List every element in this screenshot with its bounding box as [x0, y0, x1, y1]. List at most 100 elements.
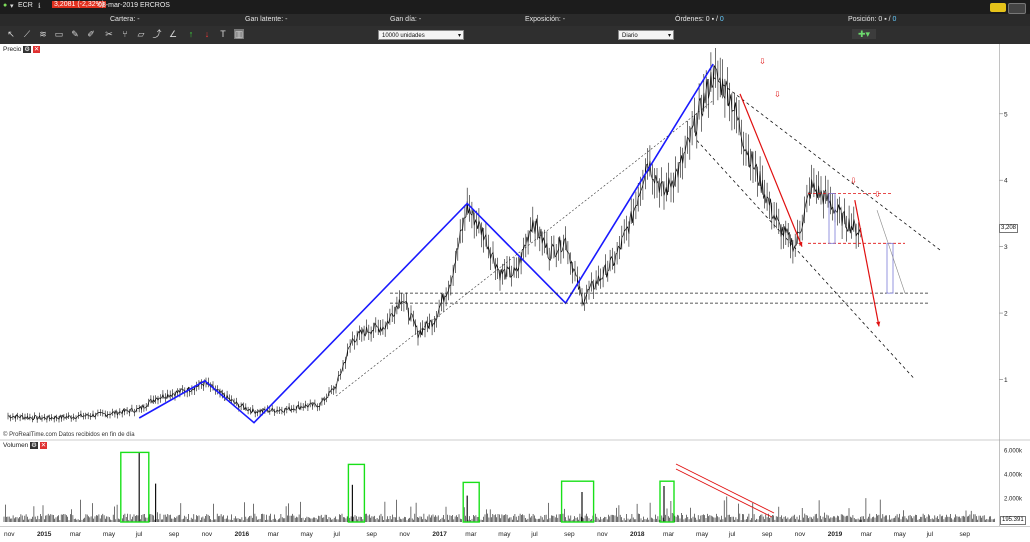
- current-volume-label: 195.391: [1000, 516, 1026, 525]
- angle-icon[interactable]: ∠: [168, 29, 178, 39]
- time-tick-label: mar: [663, 531, 675, 538]
- time-tick-label: 2017: [432, 531, 447, 538]
- time-tick-label: mar: [465, 531, 477, 538]
- brush-icon[interactable]: ✎: [70, 29, 80, 39]
- cursor-icon[interactable]: ↖: [6, 29, 16, 39]
- text-tool-icon[interactable]: T: [218, 29, 228, 39]
- volume-highlight-box: [120, 451, 150, 523]
- rectangle-tool-icon[interactable]: ▭: [54, 29, 64, 39]
- price-line: [7, 65, 862, 421]
- projection-box: [886, 242, 894, 294]
- close-icon[interactable]: ✕: [39, 442, 48, 449]
- sell-marker-icon: ⇩: [874, 190, 881, 199]
- time-tick-label: mar: [861, 531, 873, 538]
- time-ticks: nov 2015 mar may jul sep nov 2016 mar may jul sep no…: [4, 531, 970, 538]
- volume-tick-label: 4.000k: [1004, 473, 1023, 479]
- time-tick-label: may: [498, 531, 511, 538]
- time-tick-label: 2016: [235, 531, 250, 538]
- projection-line: [876, 210, 906, 294]
- red-arrow-2: [854, 200, 880, 327]
- field-value: 0: [878, 16, 883, 23]
- time-tick-label: jul: [135, 531, 143, 538]
- price-axis: 1 2 3 4 5: [999, 111, 1008, 384]
- window-yellow-icon[interactable]: [990, 3, 1006, 12]
- polygon-icon[interactable]: ▱: [136, 29, 146, 39]
- red-arrow-1: [739, 93, 803, 247]
- time-tick-label: mar: [70, 531, 82, 538]
- field-value: -: [418, 16, 422, 23]
- timeframe-select[interactable]: Diario ▾: [618, 30, 674, 40]
- tools-icon[interactable]: ✂: [104, 29, 114, 39]
- field-value: 0: [705, 16, 710, 23]
- quantity-value: 10000 unidades: [382, 33, 425, 39]
- volume-highlight-box: [347, 463, 366, 523]
- time-tick-label: jul: [728, 531, 736, 538]
- chevron-down-icon: ▾: [667, 33, 671, 39]
- time-tick-label: jul: [926, 531, 934, 538]
- fork-icon[interactable]: ⑂: [120, 29, 130, 39]
- settings-icon[interactable]: ⚙: [30, 442, 38, 449]
- close-icon[interactable]: ✕: [32, 46, 41, 53]
- orders-count: 0: [719, 16, 724, 23]
- chevron-down-icon[interactable]: ▾: [10, 2, 14, 10]
- sell-arrow-icon[interactable]: ↓: [202, 29, 212, 39]
- time-tick-label: nov: [399, 531, 410, 538]
- pencil-icon[interactable]: ✐: [86, 29, 96, 39]
- field-value: -: [562, 16, 566, 23]
- time-tick-label: mar: [268, 531, 280, 538]
- time-tick-label: 2018: [630, 531, 645, 538]
- time-tick-label: may: [696, 531, 709, 538]
- field-value: -: [137, 16, 140, 23]
- time-tick-label: jul: [530, 531, 538, 538]
- trash-icon[interactable]: ▥: [234, 29, 244, 39]
- time-tick-label: nov: [4, 531, 15, 538]
- price-chart[interactable]: ⇩ ⇩ ⇩ ⇩ 1 2 3 4 5: [0, 44, 1030, 442]
- volume-annotations: [120, 451, 775, 523]
- volume-label: Volumen: [3, 442, 29, 449]
- buy-arrow-icon[interactable]: ↑: [186, 29, 196, 39]
- time-axis: nov 2015 mar may jul sep nov 2016 mar may jul sep no…: [0, 526, 1030, 538]
- fibonacci-icon[interactable]: ≋: [38, 29, 48, 39]
- account-field-ordenes: Órdenes: 0 ▪ / 0: [675, 16, 724, 23]
- indicators-icon[interactable]: ✚▾: [852, 29, 876, 39]
- time-tick-label: sep: [564, 531, 575, 538]
- account-field-gan-dia: Gan día: -: [390, 16, 422, 23]
- field-label: Gan día: [390, 16, 415, 23]
- price-panel-label: Precio ⚙ ✕: [3, 45, 41, 53]
- volume-series: [3, 452, 995, 522]
- status-dot-icon: ●: [3, 2, 8, 9]
- field-label: Exposición: [525, 16, 559, 23]
- window-close-icon[interactable]: [1008, 3, 1026, 14]
- field-label: Órdenes: [675, 16, 702, 23]
- path-icon[interactable]: ⤴: [152, 29, 162, 39]
- source-note: © ProRealTime.com Datos recibidos en fin…: [3, 432, 135, 438]
- volume-chart[interactable]: 2.000k 4.000k 6.000k: [0, 442, 1030, 526]
- account-bar: Cartera: - Gan latente: - Gan día: - Exp…: [0, 14, 1030, 26]
- account-field-posicion: Posición: 0 ▪ / 0: [848, 16, 897, 23]
- volume-axis: 2.000k 4.000k 6.000k: [1004, 449, 1023, 503]
- sell-marker-icon: ⇩: [774, 90, 781, 99]
- time-tick-label: sep: [762, 531, 773, 538]
- volume-highlight-box: [560, 480, 595, 523]
- settings-icon[interactable]: ⚙: [23, 46, 32, 53]
- title-bar: ● ▾ ECR ℹ 3,2081 (-2,32%) 08-mar-2019 ER…: [0, 0, 1030, 14]
- drawing-toolbar: ↖ ⟋ ≋ ▭ ✎ ✐ ✂ ⑂ ▱ ⤴ ∠ ↑ ↓ T ▥ 10000 unid…: [0, 26, 1030, 44]
- field-label: Cartera: [110, 16, 134, 23]
- info-icon[interactable]: ℹ: [38, 2, 41, 10]
- price-label: Precio: [3, 46, 22, 53]
- time-tick-label: may: [301, 531, 314, 538]
- time-tick-label: jul: [333, 531, 341, 538]
- line-tool-icon[interactable]: ⟋: [22, 29, 32, 39]
- price-tick-label: 2: [1004, 311, 1008, 318]
- chevron-down-icon: ▾: [457, 33, 461, 39]
- time-tick-label: nov: [795, 531, 806, 538]
- quantity-select[interactable]: 10000 unidades ▾: [378, 30, 464, 40]
- channel-lower-line: [696, 140, 916, 380]
- time-tick-label: 2019: [828, 531, 843, 538]
- position-count: 0: [892, 16, 897, 23]
- current-price-label: 3,208: [999, 224, 1019, 233]
- symbol-label[interactable]: ECR: [18, 2, 33, 9]
- time-tick-label: may: [894, 531, 907, 538]
- price-series: [7, 48, 862, 423]
- volume-trend-line: [675, 463, 775, 514]
